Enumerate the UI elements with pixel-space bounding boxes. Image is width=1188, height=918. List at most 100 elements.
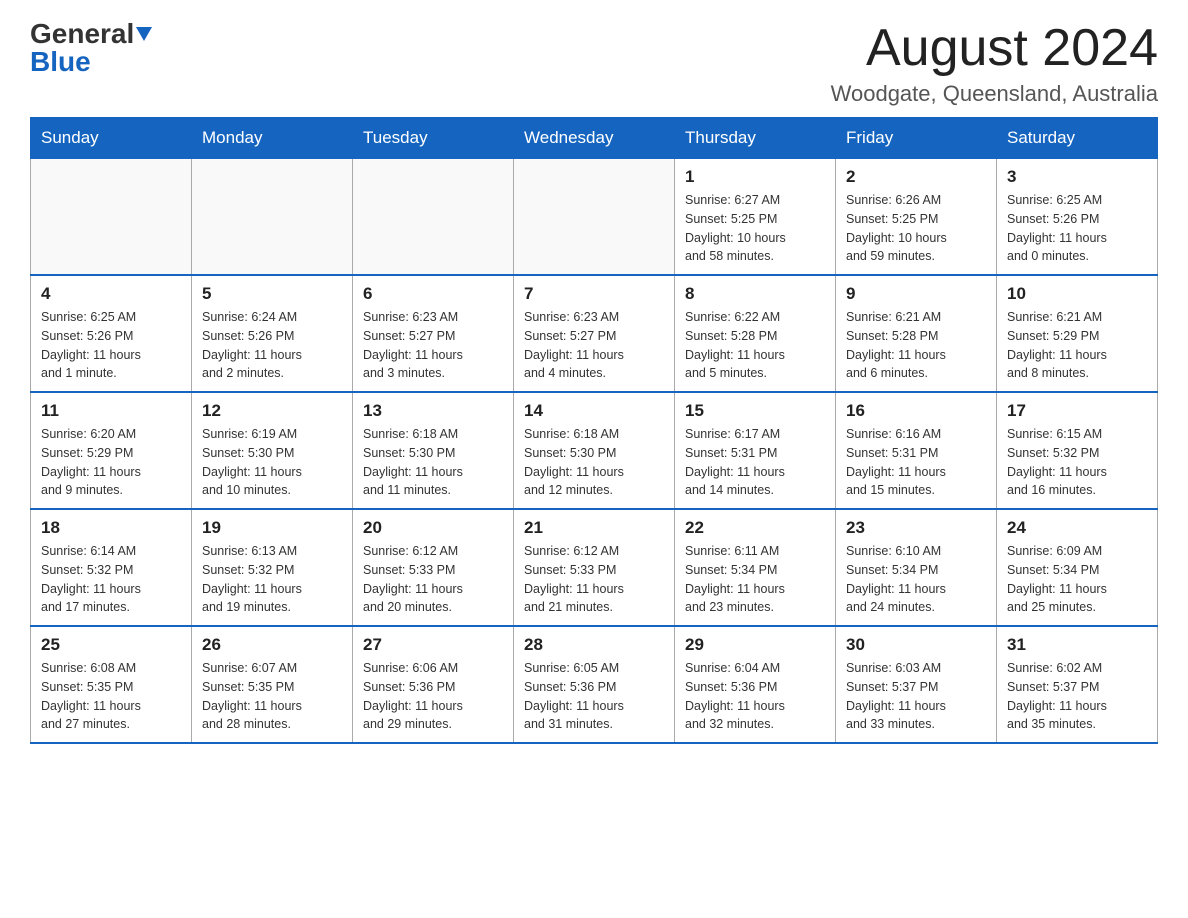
calendar-cell: 30Sunrise: 6:03 AM Sunset: 5:37 PM Dayli… bbox=[836, 626, 997, 743]
day-number: 12 bbox=[202, 401, 342, 421]
day-number: 20 bbox=[363, 518, 503, 538]
calendar-week-row: 1Sunrise: 6:27 AM Sunset: 5:25 PM Daylig… bbox=[31, 159, 1158, 276]
calendar-cell: 21 Sunrise: 6:12 AM Sunset: 5:33 PM Dayli… bbox=[514, 509, 675, 626]
day-info: Sunrise: 6:21 AM Sunset: 5:28 PM Dayligh… bbox=[846, 308, 986, 383]
calendar-cell: 12 Sunrise: 6:19 AM Sunset: 5:30 PM Dayli… bbox=[192, 392, 353, 509]
day-info: Sunrise: 6:16 AM Sunset: 5:31 PM Dayligh… bbox=[846, 425, 986, 500]
calendar-cell: 1Sunrise: 6:27 AM Sunset: 5:25 PM Daylig… bbox=[675, 159, 836, 276]
logo: General Blue bbox=[30, 20, 152, 76]
calendar-header-friday: Friday bbox=[836, 118, 997, 159]
day-info: Sunrise: 6:10 AM Sunset: 5:34 PM Dayligh… bbox=[846, 542, 986, 617]
day-info: Sunrise: 6:24 AM Sunset: 5:26 PM Dayligh… bbox=[202, 308, 342, 383]
day-info: Sunrise: 6:25 AM Sunset: 5:26 PM Dayligh… bbox=[41, 308, 181, 383]
calendar-cell: 3Sunrise: 6:25 AM Sunset: 5:26 PM Daylig… bbox=[997, 159, 1158, 276]
calendar-cell: 9Sunrise: 6:21 AM Sunset: 5:28 PM Daylig… bbox=[836, 275, 997, 392]
calendar-cell: 10 Sunrise: 6:21 AM Sunset: 5:29 PM Dayli… bbox=[997, 275, 1158, 392]
day-info: Sunrise: 6:23 AM Sunset: 5:27 PM Dayligh… bbox=[524, 308, 664, 383]
day-info: Sunrise: 6:05 AM Sunset: 5:36 PM Dayligh… bbox=[524, 659, 664, 734]
calendar-cell: 8 Sunrise: 6:22 AM Sunset: 5:28 PM Daylig… bbox=[675, 275, 836, 392]
calendar-header-tuesday: Tuesday bbox=[353, 118, 514, 159]
calendar-cell: 17 Sunrise: 6:15 AM Sunset: 5:32 PM Dayli… bbox=[997, 392, 1158, 509]
calendar-cell: 6 Sunrise: 6:23 AM Sunset: 5:27 PM Daylig… bbox=[353, 275, 514, 392]
day-info: Sunrise: 6:26 AM Sunset: 5:25 PM Dayligh… bbox=[846, 191, 986, 266]
calendar-cell: 11 Sunrise: 6:20 AM Sunset: 5:29 PM Dayli… bbox=[31, 392, 192, 509]
day-number: 4 bbox=[41, 284, 181, 304]
calendar-cell: 29 Sunrise: 6:04 AM Sunset: 5:36 PM Dayli… bbox=[675, 626, 836, 743]
day-number: 8 bbox=[685, 284, 825, 304]
day-info: Sunrise: 6:20 AM Sunset: 5:29 PM Dayligh… bbox=[41, 425, 181, 500]
day-number: 6 bbox=[363, 284, 503, 304]
day-number: 28 bbox=[524, 635, 664, 655]
day-number: 15 bbox=[685, 401, 825, 421]
day-number: 7 bbox=[524, 284, 664, 304]
calendar-header-thursday: Thursday bbox=[675, 118, 836, 159]
day-number: 11 bbox=[41, 401, 181, 421]
day-info: Sunrise: 6:14 AM Sunset: 5:32 PM Dayligh… bbox=[41, 542, 181, 617]
calendar-header-row: SundayMondayTuesdayWednesdayThursdayFrid… bbox=[31, 118, 1158, 159]
logo-blue-text: Blue bbox=[30, 48, 91, 76]
calendar-cell: 4 Sunrise: 6:25 AM Sunset: 5:26 PM Daylig… bbox=[31, 275, 192, 392]
calendar-header-sunday: Sunday bbox=[31, 118, 192, 159]
day-info: Sunrise: 6:13 AM Sunset: 5:32 PM Dayligh… bbox=[202, 542, 342, 617]
calendar-cell: 22Sunrise: 6:11 AM Sunset: 5:34 PM Dayli… bbox=[675, 509, 836, 626]
day-number: 21 bbox=[524, 518, 664, 538]
calendar-cell: 7 Sunrise: 6:23 AM Sunset: 5:27 PM Daylig… bbox=[514, 275, 675, 392]
day-number: 10 bbox=[1007, 284, 1147, 304]
location-title: Woodgate, Queensland, Australia bbox=[831, 81, 1158, 107]
calendar-cell: 27 Sunrise: 6:06 AM Sunset: 5:36 PM Dayli… bbox=[353, 626, 514, 743]
calendar-week-row: 25 Sunrise: 6:08 AM Sunset: 5:35 PM Dayli… bbox=[31, 626, 1158, 743]
day-number: 25 bbox=[41, 635, 181, 655]
calendar-header-saturday: Saturday bbox=[997, 118, 1158, 159]
page-header: General Blue August 2024 Woodgate, Queen… bbox=[30, 20, 1158, 107]
calendar-header-wednesday: Wednesday bbox=[514, 118, 675, 159]
calendar-cell: 26 Sunrise: 6:07 AM Sunset: 5:35 PM Dayli… bbox=[192, 626, 353, 743]
day-info: Sunrise: 6:15 AM Sunset: 5:32 PM Dayligh… bbox=[1007, 425, 1147, 500]
logo-triangle-icon bbox=[136, 27, 152, 41]
day-number: 13 bbox=[363, 401, 503, 421]
day-number: 31 bbox=[1007, 635, 1147, 655]
calendar-header-monday: Monday bbox=[192, 118, 353, 159]
calendar-cell bbox=[192, 159, 353, 276]
day-number: 23 bbox=[846, 518, 986, 538]
day-number: 3 bbox=[1007, 167, 1147, 187]
day-info: Sunrise: 6:17 AM Sunset: 5:31 PM Dayligh… bbox=[685, 425, 825, 500]
day-info: Sunrise: 6:12 AM Sunset: 5:33 PM Dayligh… bbox=[524, 542, 664, 617]
month-title: August 2024 bbox=[831, 20, 1158, 77]
day-number: 22 bbox=[685, 518, 825, 538]
day-info: Sunrise: 6:27 AM Sunset: 5:25 PM Dayligh… bbox=[685, 191, 825, 266]
day-info: Sunrise: 6:19 AM Sunset: 5:30 PM Dayligh… bbox=[202, 425, 342, 500]
calendar-table: SundayMondayTuesdayWednesdayThursdayFrid… bbox=[30, 117, 1158, 744]
day-info: Sunrise: 6:06 AM Sunset: 5:36 PM Dayligh… bbox=[363, 659, 503, 734]
calendar-cell: 18Sunrise: 6:14 AM Sunset: 5:32 PM Dayli… bbox=[31, 509, 192, 626]
day-info: Sunrise: 6:18 AM Sunset: 5:30 PM Dayligh… bbox=[363, 425, 503, 500]
calendar-cell: 16 Sunrise: 6:16 AM Sunset: 5:31 PM Dayli… bbox=[836, 392, 997, 509]
day-info: Sunrise: 6:04 AM Sunset: 5:36 PM Dayligh… bbox=[685, 659, 825, 734]
day-number: 17 bbox=[1007, 401, 1147, 421]
calendar-cell: 24 Sunrise: 6:09 AM Sunset: 5:34 PM Dayli… bbox=[997, 509, 1158, 626]
day-info: Sunrise: 6:23 AM Sunset: 5:27 PM Dayligh… bbox=[363, 308, 503, 383]
calendar-cell bbox=[31, 159, 192, 276]
day-info: Sunrise: 6:21 AM Sunset: 5:29 PM Dayligh… bbox=[1007, 308, 1147, 383]
day-number: 24 bbox=[1007, 518, 1147, 538]
day-info: Sunrise: 6:08 AM Sunset: 5:35 PM Dayligh… bbox=[41, 659, 181, 734]
calendar-week-row: 4 Sunrise: 6:25 AM Sunset: 5:26 PM Daylig… bbox=[31, 275, 1158, 392]
day-number: 29 bbox=[685, 635, 825, 655]
calendar-cell: 20 Sunrise: 6:12 AM Sunset: 5:33 PM Dayli… bbox=[353, 509, 514, 626]
day-info: Sunrise: 6:22 AM Sunset: 5:28 PM Dayligh… bbox=[685, 308, 825, 383]
calendar-cell bbox=[514, 159, 675, 276]
day-number: 27 bbox=[363, 635, 503, 655]
calendar-cell: 23 Sunrise: 6:10 AM Sunset: 5:34 PM Dayli… bbox=[836, 509, 997, 626]
calendar-week-row: 18Sunrise: 6:14 AM Sunset: 5:32 PM Dayli… bbox=[31, 509, 1158, 626]
logo-general-text: General bbox=[30, 20, 134, 48]
day-number: 2 bbox=[846, 167, 986, 187]
day-info: Sunrise: 6:12 AM Sunset: 5:33 PM Dayligh… bbox=[363, 542, 503, 617]
day-number: 26 bbox=[202, 635, 342, 655]
day-info: Sunrise: 6:09 AM Sunset: 5:34 PM Dayligh… bbox=[1007, 542, 1147, 617]
day-info: Sunrise: 6:07 AM Sunset: 5:35 PM Dayligh… bbox=[202, 659, 342, 734]
title-block: August 2024 Woodgate, Queensland, Austra… bbox=[831, 20, 1158, 107]
day-info: Sunrise: 6:18 AM Sunset: 5:30 PM Dayligh… bbox=[524, 425, 664, 500]
calendar-cell: 31Sunrise: 6:02 AM Sunset: 5:37 PM Dayli… bbox=[997, 626, 1158, 743]
day-number: 16 bbox=[846, 401, 986, 421]
calendar-cell: 25 Sunrise: 6:08 AM Sunset: 5:35 PM Dayli… bbox=[31, 626, 192, 743]
calendar-cell: 19Sunrise: 6:13 AM Sunset: 5:32 PM Dayli… bbox=[192, 509, 353, 626]
